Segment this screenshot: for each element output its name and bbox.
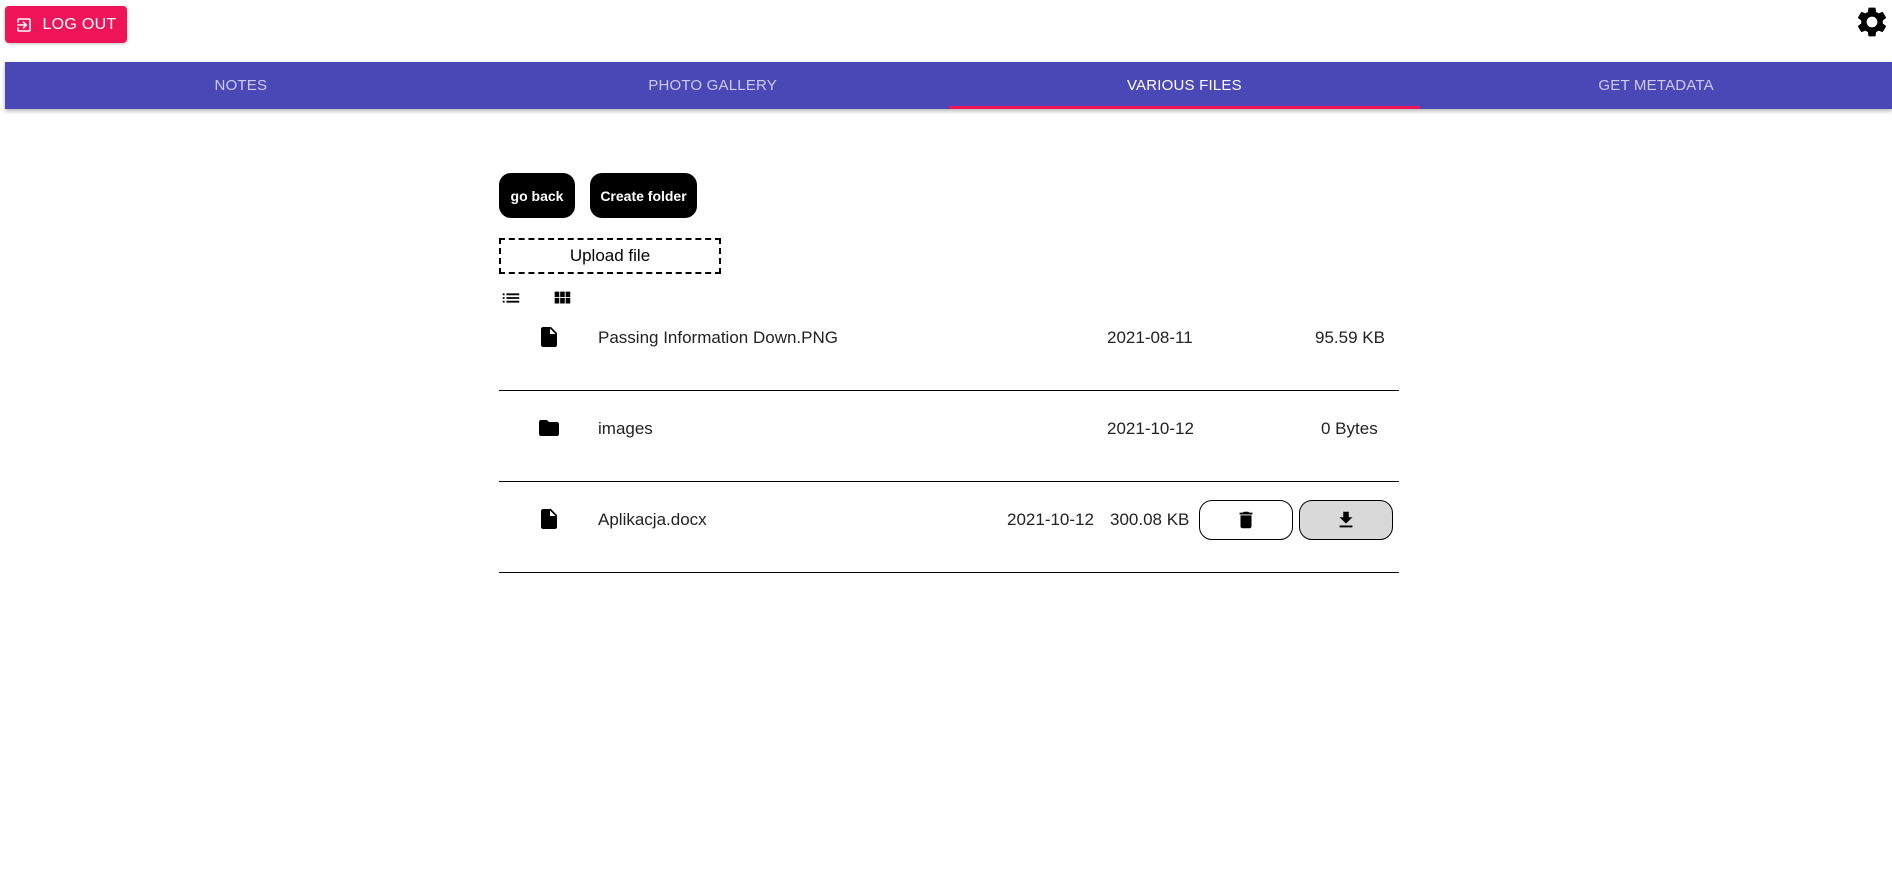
file-row[interactable]: Aplikacja.docx 2021-10-12 300.08 KB — [499, 482, 1399, 573]
tab-label: GET METADATA — [1598, 77, 1714, 94]
file-icon — [541, 509, 557, 529]
download-icon — [1339, 511, 1353, 528]
file-name: Passing Information Down.PNG — [598, 328, 838, 347]
folder-row[interactable]: images 2021-10-12 0 Bytes — [499, 391, 1399, 482]
go-back-button[interactable]: go back — [499, 173, 575, 218]
tab-get-metadata[interactable]: GET METADATA — [1420, 62, 1892, 109]
folder-name: images — [598, 419, 653, 438]
upload-file-button[interactable]: Upload file — [499, 238, 721, 274]
file-date: 2021-08-11 — [1107, 328, 1193, 347]
tab-various-files[interactable]: VARIOUS FILES — [948, 62, 1421, 109]
gear-icon[interactable] — [1854, 4, 1890, 40]
logout-button[interactable]: LOG OUT — [5, 6, 127, 43]
delete-icon — [1239, 511, 1253, 529]
download-button[interactable] — [1299, 500, 1393, 540]
tab-photo-gallery[interactable]: PHOTO GALLERY — [477, 62, 949, 109]
tab-label: PHOTO GALLERY — [648, 77, 777, 94]
tab-label: VARIOUS FILES — [1126, 77, 1242, 94]
file-size: 300.08 KB — [1110, 510, 1190, 529]
file-date: 2021-10-12 — [1107, 419, 1194, 438]
tab-bar: NOTES PHOTO GALLERY VARIOUS FILES GET ME… — [5, 62, 1892, 109]
file-name: Aplikacja.docx — [598, 510, 707, 529]
file-row[interactable]: Passing Information Down.PNG 2021-08-11 … — [499, 300, 1399, 391]
logout-label: LOG OUT — [42, 15, 117, 33]
delete-button[interactable] — [1199, 500, 1293, 540]
folder-icon — [539, 420, 559, 436]
tab-notes[interactable]: NOTES — [5, 62, 477, 109]
file-size: 95.59 KB — [1315, 328, 1385, 347]
create-folder-button[interactable]: Create folder — [590, 173, 697, 218]
tab-label: NOTES — [214, 77, 268, 94]
file-icon — [541, 327, 557, 347]
file-date: 2021-10-12 — [1007, 510, 1094, 529]
logout-icon — [17, 17, 32, 32]
file-size: 0 Bytes — [1321, 419, 1378, 438]
